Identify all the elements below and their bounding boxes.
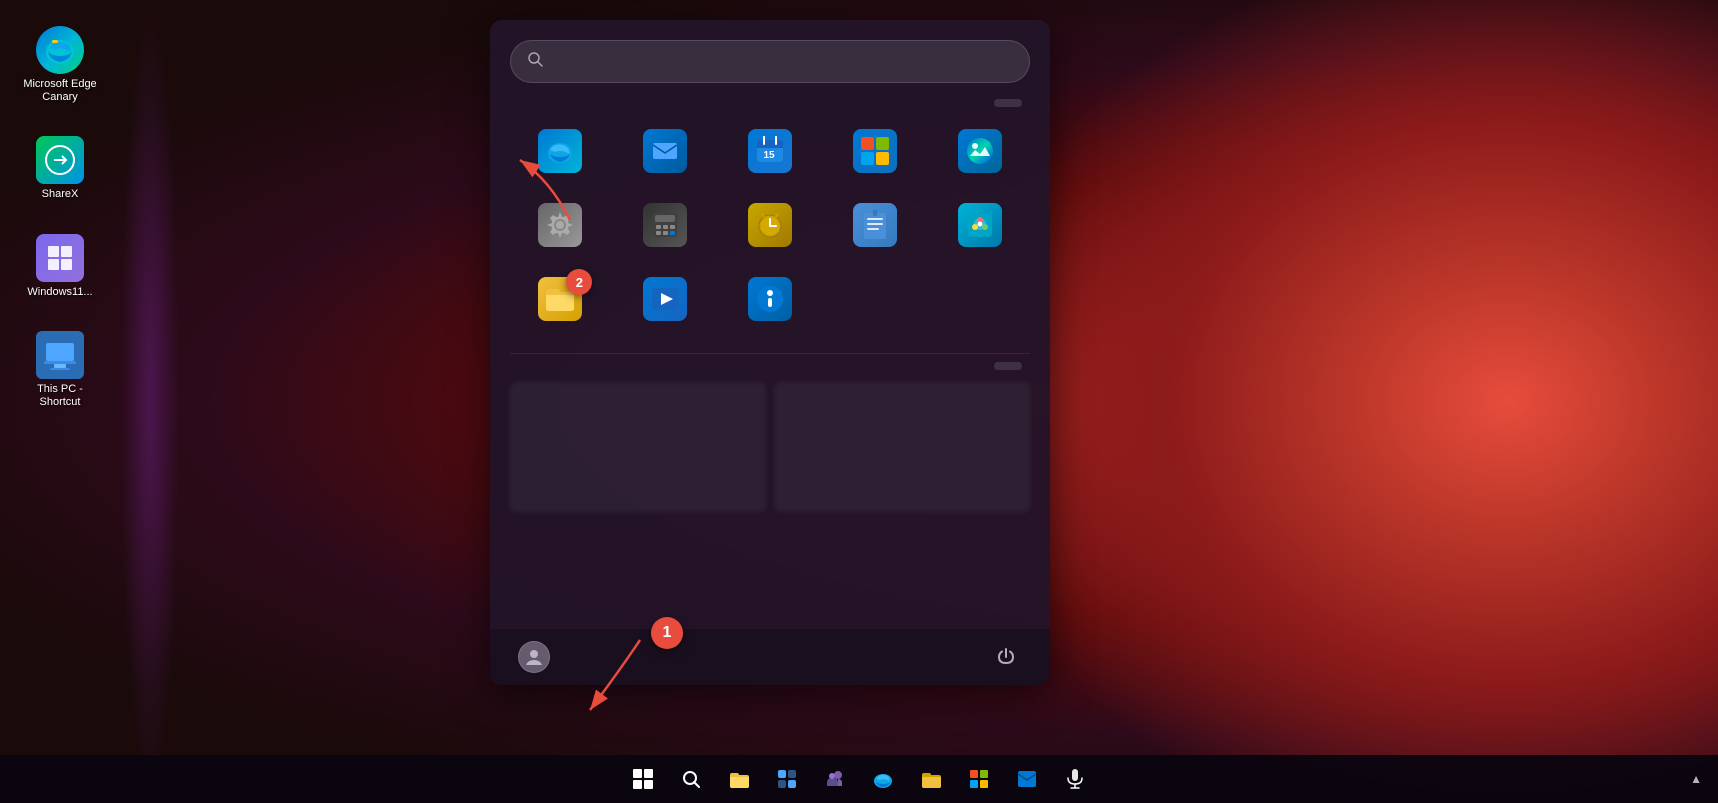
recommended-item-2[interactable] [774, 382, 1030, 512]
taskbar-search-button[interactable] [669, 757, 713, 801]
taskbar-start-button[interactable] [621, 757, 665, 801]
start-menu: 15 [490, 20, 1050, 685]
edge-canary-label: Microsoft Edge Canary [16, 78, 104, 104]
all-apps-button[interactable] [994, 99, 1022, 107]
app-paint[interactable] [929, 193, 1030, 263]
app-notepad[interactable] [824, 193, 925, 263]
taskbar-teams-button[interactable] [813, 757, 857, 801]
taskbar: ▲ [0, 755, 1718, 803]
search-bar[interactable] [510, 40, 1030, 83]
system-tray-icons: ▲ [1690, 772, 1702, 786]
app-store[interactable] [824, 119, 925, 189]
windows11-label: Windows11... [27, 286, 92, 299]
app-alarms[interactable] [720, 193, 821, 263]
more-button[interactable] [994, 362, 1022, 370]
user-avatar [518, 641, 550, 673]
user-section[interactable] [518, 641, 560, 673]
this-pc-label: This PC - Shortcut [16, 383, 104, 409]
app-edge[interactable] [510, 119, 611, 189]
step-2-badge: 2 [566, 269, 592, 295]
desktop-icon-windows11[interactable]: Windows11... [21, 228, 98, 305]
taskbar-system-tray: ▲ [1690, 772, 1702, 786]
step-1-indicator: 1 [651, 617, 683, 649]
power-button[interactable] [990, 641, 1022, 673]
app-settings[interactable] [510, 193, 611, 263]
pinned-apps-grid: 15 [490, 119, 1050, 345]
app-calculator[interactable] [615, 193, 716, 263]
app-tips[interactable] [720, 267, 821, 337]
desktop-icon-sharex[interactable]: ShareX [30, 130, 90, 207]
app-calendar[interactable]: 15 [720, 119, 821, 189]
pinned-header [490, 99, 1050, 119]
section-divider [510, 353, 1030, 354]
taskbar-center [621, 757, 1097, 801]
search-icon [527, 51, 543, 72]
recommended-item-1[interactable] [510, 382, 766, 512]
taskbar-widgets-button[interactable] [765, 757, 809, 801]
taskbar-store-button[interactable] [957, 757, 1001, 801]
desktop-icon-edge-canary[interactable]: Microsoft Edge Canary [10, 20, 110, 110]
taskbar-edge-button[interactable] [861, 757, 905, 801]
app-photos[interactable] [929, 119, 1030, 189]
taskbar-fileexp2-button[interactable] [909, 757, 953, 801]
app-movies[interactable] [615, 267, 716, 337]
desktop-icon-this-pc[interactable]: This PC - Shortcut [10, 325, 110, 415]
taskbar-fileexp-button[interactable] [717, 757, 761, 801]
desktop-icons-area: Microsoft Edge Canary ShareX Windows11..… [0, 0, 120, 803]
taskbar-mail-button[interactable] [1005, 757, 1049, 801]
sharex-label: ShareX [42, 188, 79, 201]
recommended-grid [490, 382, 1050, 629]
taskbar-speech-button[interactable] [1053, 757, 1097, 801]
app-fileexp[interactable]: 2 [510, 267, 611, 337]
start-bottom-bar [490, 629, 1050, 685]
svg-text:15: 15 [763, 150, 775, 161]
recommended-header [490, 362, 1050, 382]
app-mail[interactable] [615, 119, 716, 189]
